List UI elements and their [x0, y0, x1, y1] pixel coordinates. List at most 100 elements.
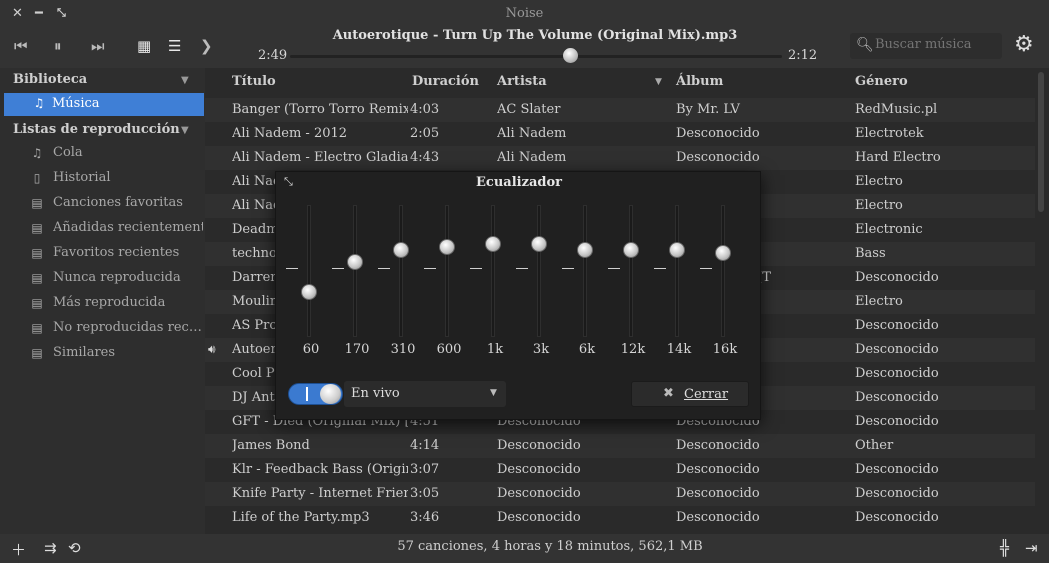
- sidebar-item-similares[interactable]: ▤ Similares: [30, 344, 202, 364]
- eq-slider-track[interactable]: [629, 205, 633, 337]
- eq-slider-handle[interactable]: [669, 242, 685, 258]
- eq-slider-track[interactable]: [583, 205, 587, 337]
- eq-zero-mark: [332, 268, 344, 269]
- search-input[interactable]: [875, 37, 1000, 52]
- eq-slider-track[interactable]: [491, 205, 495, 337]
- seek-bar[interactable]: [290, 55, 782, 58]
- sidebar-item-label: Favoritos recientes: [53, 245, 180, 260]
- library-heading: Biblioteca: [13, 72, 88, 87]
- pause-icon[interactable]: ⏸: [54, 38, 62, 54]
- cell-duration: 3:05: [410, 486, 440, 501]
- sidebar-item-favoritos-recientes[interactable]: ▤ Favoritos recientes: [30, 244, 202, 264]
- sidebar-item-historial[interactable]: ▯ Historial: [30, 169, 202, 189]
- eq-slider-handle[interactable]: [531, 236, 547, 252]
- time-remaining: 2:12: [788, 48, 818, 63]
- cell-duration: 4:14: [410, 438, 440, 453]
- cell-genre: Desconocido: [855, 270, 939, 285]
- eq-slider-track[interactable]: [307, 205, 311, 337]
- sidebar-item-nunca-reproducida[interactable]: ▤ Nunca reproducida: [30, 269, 202, 289]
- sidebar-item-cola[interactable]: ♫ Cola: [30, 144, 202, 164]
- column-header-album[interactable]: Álbum: [676, 74, 723, 89]
- gear-icon[interactable]: ⚙: [1014, 34, 1034, 56]
- sidebar-item-label: No reproducidas recientemente: [53, 320, 203, 335]
- eq-slider-track[interactable]: [399, 205, 403, 337]
- column-header-genre[interactable]: Género: [855, 74, 908, 89]
- column-header-title[interactable]: Título: [232, 74, 276, 89]
- info-panel-icon[interactable]: ⇥: [1025, 539, 1038, 557]
- cell-genre: Electrotek: [855, 126, 924, 141]
- eq-band: 310: [378, 172, 426, 362]
- eq-slider-track[interactable]: [721, 205, 725, 337]
- sidebar-item-anadidas-recientemente[interactable]: ▤ Añadidas recientemente: [30, 219, 203, 239]
- eq-slider-handle[interactable]: [439, 239, 455, 255]
- scrollbar-thumb[interactable]: [1038, 72, 1044, 212]
- equalizer-icon[interactable]: ╬: [1000, 539, 1009, 557]
- grid-view-icon[interactable]: ▦: [137, 38, 151, 54]
- eq-slider-handle[interactable]: [301, 284, 317, 300]
- cell-genre: RedMusic.pl: [855, 102, 938, 117]
- next-icon[interactable]: ⏭: [91, 38, 105, 54]
- cell-genre: Other: [855, 438, 894, 453]
- eq-band: 170: [332, 172, 380, 362]
- table-row[interactable]: Klr - Feedback Bass (Original Mix3:07 Des…: [205, 458, 1035, 482]
- table-row[interactable]: Ali Nadem - 2012 2:05 Ali Nadem Desconocido…: [205, 122, 1035, 146]
- eq-zero-mark: [562, 268, 574, 269]
- sidebar-item-no-reproducidas[interactable]: ▤ No reproducidas recientemente: [30, 319, 203, 339]
- cell-album: Desconocido: [676, 438, 760, 453]
- table-row[interactable]: Ali Nadem - Electro Gladiator v2.4:43 Ali…: [205, 146, 1035, 170]
- sidebar-item-label: Canciones favoritas: [53, 195, 183, 210]
- cell-album: Desconocido: [676, 486, 760, 501]
- smart-playlist-icon: ▤: [31, 321, 43, 335]
- history-icon: ▯: [33, 171, 41, 185]
- previous-icon[interactable]: ⏮: [14, 38, 28, 54]
- eq-frequency-label: 170: [344, 342, 370, 357]
- eq-slider-track[interactable]: [537, 205, 541, 337]
- table-row[interactable]: Knife Party - Internet Friends.mp3:05 Des…: [205, 482, 1035, 506]
- cell-title: Klr - Feedback Bass (Original Mix: [232, 462, 408, 477]
- table-row[interactable]: James Bond 4:14 Desconocido Desconocido Othe…: [205, 434, 1035, 458]
- shuffle-icon[interactable]: ⇉: [44, 539, 57, 557]
- close-button[interactable]: ✖ Cerrar: [631, 381, 749, 407]
- eq-slider-track[interactable]: [675, 205, 679, 337]
- eq-slider-track[interactable]: [353, 205, 357, 337]
- eq-zero-mark: [470, 268, 482, 269]
- eq-slider-handle[interactable]: [485, 236, 501, 252]
- preset-select[interactable]: En vivo ▼: [344, 381, 506, 407]
- eq-slider-handle[interactable]: [577, 242, 593, 258]
- cell-artist: Desconocido: [497, 438, 581, 453]
- collapse-library-icon[interactable]: ▼: [181, 75, 189, 86]
- table-row[interactable]: Life of the Party.mp3 3:46 Desconocido Desc…: [205, 506, 1035, 530]
- collapse-playlists-icon[interactable]: ▼: [181, 125, 189, 136]
- cell-genre: Electro: [855, 294, 903, 309]
- eq-frequency-label: 3k: [532, 342, 550, 357]
- repeat-icon[interactable]: ⟲: [68, 539, 81, 557]
- list-view-icon[interactable]: ☰: [168, 38, 181, 54]
- sidebar-item-musica[interactable]: ♫ Música: [4, 93, 204, 116]
- chevron-right-icon[interactable]: ❯: [200, 38, 213, 54]
- music-note-icon: ♫: [31, 146, 43, 160]
- eq-zero-mark: [700, 268, 712, 269]
- eq-frequency-label: 12k: [620, 342, 646, 357]
- cell-album: Desconocido: [676, 510, 760, 525]
- eq-slider-track[interactable]: [445, 205, 449, 337]
- sidebar-item-canciones-favoritas[interactable]: ▤ Canciones favoritas: [30, 194, 202, 214]
- cell-artist: Ali Nadem: [497, 126, 567, 141]
- seek-handle[interactable]: [563, 48, 579, 63]
- sidebar-item-label: Añadidas recientemente: [53, 220, 203, 235]
- table-row[interactable]: Banger (Torro Torro Remix) Red4:03 AC Sla…: [205, 98, 1035, 122]
- sidebar-item-label: Cola: [53, 145, 83, 160]
- eq-slider-handle[interactable]: [393, 242, 409, 258]
- cell-title: Knife Party - Internet Friends.mp: [232, 486, 408, 501]
- eq-slider-handle[interactable]: [715, 245, 731, 261]
- column-header-duration[interactable]: Duración: [412, 74, 479, 89]
- smart-playlist-icon: ▤: [31, 196, 43, 210]
- column-header-artist[interactable]: Artista: [497, 74, 547, 89]
- sidebar-item-mas-reproducida[interactable]: ▤ Más reproducida: [30, 294, 202, 314]
- eq-slider-handle[interactable]: [623, 242, 639, 258]
- equalizer-toggle[interactable]: [288, 383, 343, 405]
- eq-band: 14k: [654, 172, 702, 362]
- smart-playlist-icon: ▤: [31, 296, 43, 310]
- cell-artist: AC Slater: [497, 102, 561, 117]
- eq-slider-handle[interactable]: [347, 254, 363, 270]
- add-icon[interactable]: ＋: [11, 539, 26, 560]
